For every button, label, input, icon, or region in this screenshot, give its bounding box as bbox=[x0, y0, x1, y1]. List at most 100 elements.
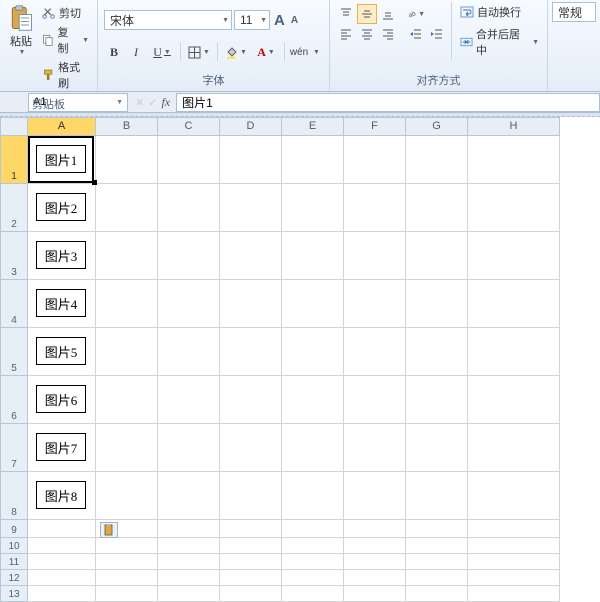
cell[interactable] bbox=[96, 586, 158, 602]
cell[interactable] bbox=[468, 520, 560, 538]
cell[interactable] bbox=[344, 280, 406, 328]
cell[interactable] bbox=[406, 376, 468, 424]
cell[interactable] bbox=[344, 424, 406, 472]
cell[interactable] bbox=[344, 184, 406, 232]
cell[interactable] bbox=[282, 520, 344, 538]
align-bottom-button[interactable] bbox=[378, 4, 398, 24]
cell[interactable] bbox=[282, 328, 344, 376]
cell[interactable] bbox=[282, 472, 344, 520]
cell[interactable] bbox=[220, 280, 282, 328]
cell[interactable] bbox=[28, 538, 96, 554]
cell[interactable] bbox=[220, 472, 282, 520]
cell[interactable] bbox=[96, 280, 158, 328]
cell[interactable] bbox=[96, 538, 158, 554]
cell[interactable] bbox=[468, 538, 560, 554]
row-header-2[interactable]: 2 bbox=[0, 184, 28, 232]
cell[interactable] bbox=[468, 586, 560, 602]
col-header-F[interactable]: F bbox=[344, 117, 406, 136]
cell[interactable] bbox=[468, 376, 560, 424]
select-all-corner[interactable] bbox=[0, 117, 28, 136]
cell[interactable] bbox=[220, 136, 282, 184]
merge-center-button[interactable]: 合并后居中▼ bbox=[456, 24, 543, 60]
cell[interactable] bbox=[406, 538, 468, 554]
cell[interactable] bbox=[406, 232, 468, 280]
image-object-2[interactable]: 图片2 bbox=[36, 193, 86, 221]
cell[interactable] bbox=[96, 184, 158, 232]
cell[interactable] bbox=[158, 328, 220, 376]
format-painter-button[interactable]: 格式刷 bbox=[40, 58, 91, 92]
col-header-A[interactable]: A bbox=[28, 117, 96, 136]
cell[interactable] bbox=[282, 280, 344, 328]
spreadsheet-grid[interactable]: A B C D E F G H 12345678910111213 图片1图片2… bbox=[0, 117, 600, 602]
image-object-1[interactable]: 图片1 bbox=[36, 145, 86, 173]
align-middle-button[interactable] bbox=[357, 4, 377, 24]
col-header-E[interactable]: E bbox=[282, 117, 344, 136]
image-object-8[interactable]: 图片8 bbox=[36, 481, 86, 509]
cell[interactable] bbox=[28, 554, 96, 570]
cell[interactable] bbox=[406, 570, 468, 586]
cell[interactable] bbox=[468, 472, 560, 520]
cell[interactable] bbox=[158, 472, 220, 520]
row-header-8[interactable]: 8 bbox=[0, 472, 28, 520]
cell[interactable] bbox=[220, 328, 282, 376]
bold-button[interactable]: B bbox=[104, 42, 124, 62]
cell[interactable] bbox=[406, 586, 468, 602]
col-header-B[interactable]: B bbox=[96, 117, 158, 136]
cell[interactable] bbox=[344, 520, 406, 538]
cell[interactable] bbox=[406, 136, 468, 184]
row-header-7[interactable]: 7 bbox=[0, 424, 28, 472]
cell[interactable] bbox=[28, 520, 96, 538]
cell[interactable] bbox=[158, 184, 220, 232]
cell[interactable] bbox=[344, 232, 406, 280]
cell[interactable] bbox=[96, 570, 158, 586]
cell[interactable] bbox=[28, 570, 96, 586]
row-header-13[interactable]: 13 bbox=[0, 586, 28, 602]
shrink-font-button[interactable]: A bbox=[289, 15, 300, 26]
cell[interactable] bbox=[282, 586, 344, 602]
row-header-4[interactable]: 4 bbox=[0, 280, 28, 328]
cell[interactable] bbox=[344, 328, 406, 376]
cell[interactable] bbox=[282, 538, 344, 554]
fill-handle[interactable] bbox=[92, 180, 97, 185]
increase-indent-button[interactable] bbox=[427, 24, 447, 44]
underline-button[interactable]: U▼ bbox=[148, 42, 176, 62]
image-object-7[interactable]: 图片7 bbox=[36, 433, 86, 461]
cut-button[interactable]: 剪切 bbox=[40, 4, 91, 22]
cell[interactable] bbox=[96, 424, 158, 472]
enter-icon[interactable]: ✓ bbox=[148, 96, 157, 109]
row-header-9[interactable]: 9 bbox=[0, 520, 28, 538]
paste-options-button[interactable] bbox=[100, 522, 118, 538]
row-header-6[interactable]: 6 bbox=[0, 376, 28, 424]
cell[interactable] bbox=[406, 280, 468, 328]
cell[interactable] bbox=[282, 376, 344, 424]
font-size-combo[interactable]: 11▼ bbox=[234, 10, 270, 30]
row-header-5[interactable]: 5 bbox=[0, 328, 28, 376]
cell[interactable] bbox=[344, 538, 406, 554]
cell[interactable] bbox=[344, 554, 406, 570]
cell[interactable] bbox=[406, 554, 468, 570]
cell[interactable] bbox=[158, 280, 220, 328]
image-object-6[interactable]: 图片6 bbox=[36, 385, 86, 413]
row-header-12[interactable]: 12 bbox=[0, 570, 28, 586]
cell[interactable] bbox=[468, 554, 560, 570]
row-header-1[interactable]: 1 bbox=[0, 136, 28, 184]
cell[interactable] bbox=[28, 586, 96, 602]
cell[interactable] bbox=[158, 376, 220, 424]
cell[interactable] bbox=[220, 570, 282, 586]
cell[interactable] bbox=[282, 136, 344, 184]
cell[interactable] bbox=[282, 554, 344, 570]
align-top-button[interactable] bbox=[336, 4, 356, 24]
cell[interactable] bbox=[220, 424, 282, 472]
cell[interactable] bbox=[96, 376, 158, 424]
cell[interactable] bbox=[406, 328, 468, 376]
image-object-4[interactable]: 图片4 bbox=[36, 289, 86, 317]
wrap-text-button[interactable]: 自动换行 bbox=[456, 2, 543, 22]
cell[interactable] bbox=[158, 570, 220, 586]
italic-button[interactable]: I bbox=[126, 42, 146, 62]
font-color-button[interactable]: A▼ bbox=[252, 42, 280, 62]
copy-button[interactable]: 复制 ▼ bbox=[40, 23, 91, 57]
row-header-10[interactable]: 10 bbox=[0, 538, 28, 554]
cell[interactable] bbox=[282, 424, 344, 472]
cell[interactable] bbox=[220, 376, 282, 424]
cell[interactable] bbox=[344, 570, 406, 586]
